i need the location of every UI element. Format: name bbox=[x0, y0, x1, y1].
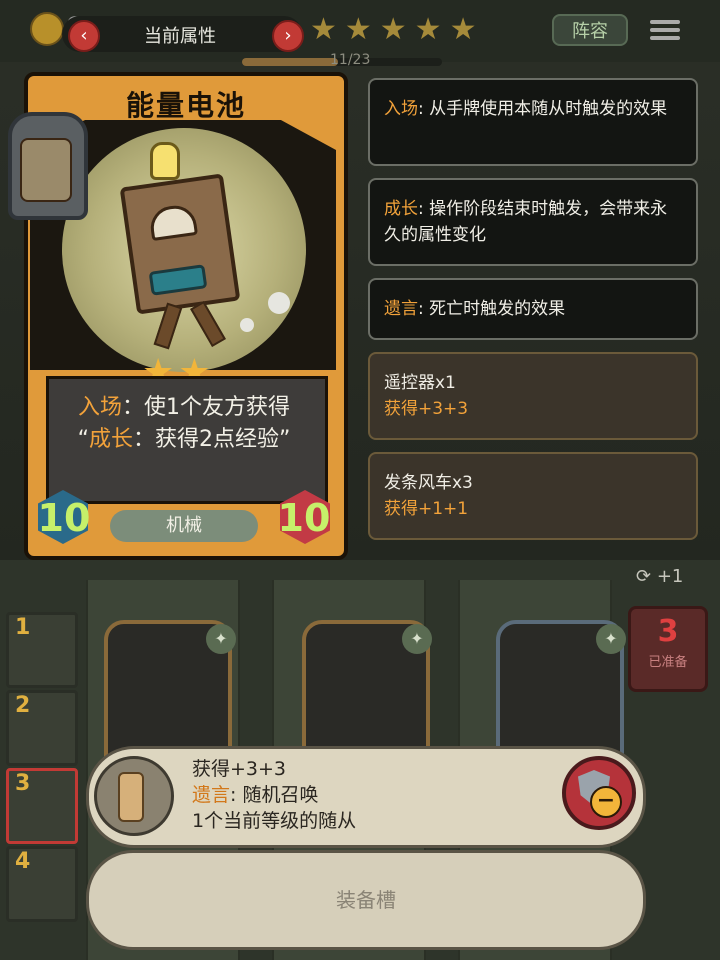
next-arrow-button[interactable]: › bbox=[272, 20, 304, 52]
wrench-icon[interactable]: ✦ bbox=[596, 624, 626, 654]
progress-fill bbox=[242, 58, 338, 66]
page-title: 当前属性 bbox=[144, 26, 216, 47]
team-slot-active[interactable]: 3 bbox=[6, 768, 78, 844]
keyword-growth: 成长 bbox=[88, 427, 133, 452]
gold-coin-icon bbox=[30, 12, 64, 46]
item-name: 遥控器x1 bbox=[384, 373, 456, 393]
item-effect: 获得+3+3 bbox=[384, 399, 469, 419]
item-name: 发条风车x3 bbox=[384, 473, 473, 493]
lightbulb-icon bbox=[150, 142, 180, 180]
card-description: 入场：使1个友方获得 “成长：获得2点经验” bbox=[77, 395, 291, 452]
battery-robot-icon bbox=[119, 173, 241, 315]
wrench-icon[interactable]: ✦ bbox=[206, 624, 236, 654]
tribe-badge: 机械 bbox=[110, 510, 258, 542]
lineup-button[interactable]: 阵容 bbox=[552, 14, 628, 46]
progress-text: 11/23 bbox=[330, 52, 371, 68]
item-panel: 发条风车x3 获得+1+1 bbox=[368, 452, 698, 540]
ready-counter[interactable]: 3 已准备 bbox=[628, 606, 708, 692]
attack-value: 10 bbox=[37, 496, 91, 540]
remote-control-icon bbox=[118, 772, 144, 822]
team-slot[interactable]: 1 bbox=[6, 612, 78, 688]
item-panel: 遥控器x1 获得+3+3 bbox=[368, 352, 698, 440]
smoke-puff bbox=[240, 318, 254, 332]
item-effect: 获得+1+1 bbox=[384, 499, 469, 519]
menu-icon[interactable] bbox=[650, 16, 680, 42]
equipment-slot[interactable]: 装备槽 bbox=[86, 850, 646, 950]
minus-icon: − bbox=[590, 786, 622, 818]
wrench-icon[interactable]: ✦ bbox=[402, 624, 432, 654]
team-slot[interactable]: 4 bbox=[6, 846, 78, 922]
keyword-panel-growth: 成长: 操作阶段结束时触发，会带来永久的属性变化 bbox=[368, 178, 698, 266]
smoke-puff bbox=[268, 292, 290, 314]
tavern-tier-stars: ★★★★★ bbox=[310, 12, 485, 47]
team-slot[interactable]: 2 bbox=[6, 690, 78, 766]
tier-badge-art bbox=[20, 138, 72, 202]
tooltip-text: 获得+3+3 遗言: 随机召唤 1个当前等级的随从 bbox=[192, 758, 357, 832]
refresh-counter[interactable]: ⟳ +1 bbox=[636, 566, 683, 587]
keyword-panel-deathrattle: 遗言: 死亡时触发的效果 bbox=[368, 278, 698, 340]
health-value: 10 bbox=[277, 496, 331, 540]
keyword-panel-battlecry: 入场: 从手牌使用本随从时触发的效果 bbox=[368, 78, 698, 166]
prev-arrow-button[interactable]: ‹ bbox=[68, 20, 100, 52]
keyword-battlecry: 入场 bbox=[77, 395, 122, 420]
